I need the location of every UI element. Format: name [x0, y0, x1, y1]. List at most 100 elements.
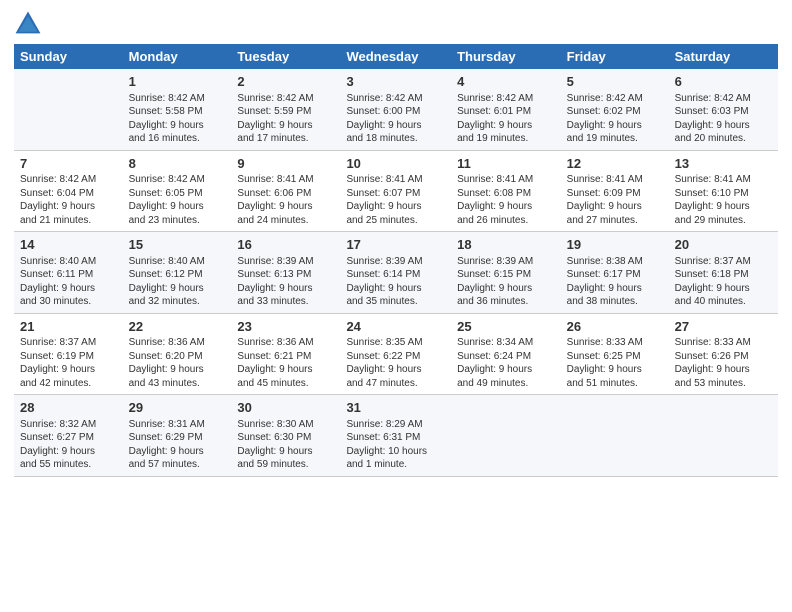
weekday-header-cell: Tuesday — [231, 44, 340, 69]
day-info: Sunrise: 8:36 AM Sunset: 6:20 PM Dayligh… — [129, 336, 226, 390]
calendar-week-row: 28Sunrise: 8:32 AM Sunset: 6:27 PM Dayli… — [14, 395, 778, 477]
weekday-header-row: SundayMondayTuesdayWednesdayThursdayFrid… — [14, 44, 778, 69]
calendar-cell: 19Sunrise: 8:38 AM Sunset: 6:17 PM Dayli… — [561, 232, 669, 314]
calendar-cell: 2Sunrise: 8:42 AM Sunset: 5:59 PM Daylig… — [231, 69, 340, 150]
day-info: Sunrise: 8:38 AM Sunset: 6:17 PM Dayligh… — [567, 255, 663, 309]
day-number: 23 — [237, 318, 334, 336]
calendar-cell: 14Sunrise: 8:40 AM Sunset: 6:11 PM Dayli… — [14, 232, 123, 314]
day-info: Sunrise: 8:35 AM Sunset: 6:22 PM Dayligh… — [346, 336, 445, 390]
calendar-cell: 28Sunrise: 8:32 AM Sunset: 6:27 PM Dayli… — [14, 395, 123, 477]
calendar-cell: 1Sunrise: 8:42 AM Sunset: 5:58 PM Daylig… — [123, 69, 232, 150]
day-number: 20 — [675, 236, 772, 254]
calendar-cell: 31Sunrise: 8:29 AM Sunset: 6:31 PM Dayli… — [340, 395, 451, 477]
calendar-week-row: 1Sunrise: 8:42 AM Sunset: 5:58 PM Daylig… — [14, 69, 778, 150]
day-number: 31 — [346, 399, 445, 417]
calendar-cell — [14, 69, 123, 150]
day-number: 28 — [20, 399, 117, 417]
day-number: 16 — [237, 236, 334, 254]
day-info: Sunrise: 8:41 AM Sunset: 6:09 PM Dayligh… — [567, 173, 663, 227]
weekday-header-cell: Sunday — [14, 44, 123, 69]
day-info: Sunrise: 8:30 AM Sunset: 6:30 PM Dayligh… — [237, 418, 334, 472]
day-number: 13 — [675, 155, 772, 173]
calendar-cell: 29Sunrise: 8:31 AM Sunset: 6:29 PM Dayli… — [123, 395, 232, 477]
calendar-week-row: 14Sunrise: 8:40 AM Sunset: 6:11 PM Dayli… — [14, 232, 778, 314]
day-info: Sunrise: 8:39 AM Sunset: 6:15 PM Dayligh… — [457, 255, 555, 309]
day-number: 27 — [675, 318, 772, 336]
calendar-cell — [669, 395, 778, 477]
calendar-cell: 4Sunrise: 8:42 AM Sunset: 6:01 PM Daylig… — [451, 69, 561, 150]
header — [14, 10, 778, 38]
calendar-week-row: 7Sunrise: 8:42 AM Sunset: 6:04 PM Daylig… — [14, 150, 778, 232]
day-number: 4 — [457, 73, 555, 91]
calendar-cell: 13Sunrise: 8:41 AM Sunset: 6:10 PM Dayli… — [669, 150, 778, 232]
day-number: 3 — [346, 73, 445, 91]
day-info: Sunrise: 8:33 AM Sunset: 6:25 PM Dayligh… — [567, 336, 663, 390]
day-number: 22 — [129, 318, 226, 336]
calendar-week-row: 21Sunrise: 8:37 AM Sunset: 6:19 PM Dayli… — [14, 313, 778, 395]
day-number: 30 — [237, 399, 334, 417]
day-info: Sunrise: 8:42 AM Sunset: 6:01 PM Dayligh… — [457, 92, 555, 146]
day-info: Sunrise: 8:41 AM Sunset: 6:08 PM Dayligh… — [457, 173, 555, 227]
day-number: 8 — [129, 155, 226, 173]
day-number: 7 — [20, 155, 117, 173]
calendar-cell: 30Sunrise: 8:30 AM Sunset: 6:30 PM Dayli… — [231, 395, 340, 477]
day-number: 1 — [129, 73, 226, 91]
day-number: 2 — [237, 73, 334, 91]
day-info: Sunrise: 8:31 AM Sunset: 6:29 PM Dayligh… — [129, 418, 226, 472]
day-number: 17 — [346, 236, 445, 254]
day-info: Sunrise: 8:42 AM Sunset: 5:58 PM Dayligh… — [129, 92, 226, 146]
day-info: Sunrise: 8:37 AM Sunset: 6:19 PM Dayligh… — [20, 336, 117, 390]
calendar-cell — [561, 395, 669, 477]
day-number: 5 — [567, 73, 663, 91]
day-info: Sunrise: 8:41 AM Sunset: 6:10 PM Dayligh… — [675, 173, 772, 227]
day-info: Sunrise: 8:29 AM Sunset: 6:31 PM Dayligh… — [346, 418, 445, 472]
calendar-cell: 3Sunrise: 8:42 AM Sunset: 6:00 PM Daylig… — [340, 69, 451, 150]
day-info: Sunrise: 8:34 AM Sunset: 6:24 PM Dayligh… — [457, 336, 555, 390]
weekday-header-cell: Saturday — [669, 44, 778, 69]
day-info: Sunrise: 8:42 AM Sunset: 5:59 PM Dayligh… — [237, 92, 334, 146]
day-info: Sunrise: 8:42 AM Sunset: 6:03 PM Dayligh… — [675, 92, 772, 146]
calendar-cell: 16Sunrise: 8:39 AM Sunset: 6:13 PM Dayli… — [231, 232, 340, 314]
day-number: 10 — [346, 155, 445, 173]
day-number: 15 — [129, 236, 226, 254]
day-number: 6 — [675, 73, 772, 91]
calendar-cell: 5Sunrise: 8:42 AM Sunset: 6:02 PM Daylig… — [561, 69, 669, 150]
calendar-cell: 21Sunrise: 8:37 AM Sunset: 6:19 PM Dayli… — [14, 313, 123, 395]
calendar-body: 1Sunrise: 8:42 AM Sunset: 5:58 PM Daylig… — [14, 69, 778, 476]
day-number: 18 — [457, 236, 555, 254]
day-info: Sunrise: 8:42 AM Sunset: 6:04 PM Dayligh… — [20, 173, 117, 227]
calendar-cell: 15Sunrise: 8:40 AM Sunset: 6:12 PM Dayli… — [123, 232, 232, 314]
day-number: 29 — [129, 399, 226, 417]
calendar-cell: 17Sunrise: 8:39 AM Sunset: 6:14 PM Dayli… — [340, 232, 451, 314]
day-number: 12 — [567, 155, 663, 173]
day-info: Sunrise: 8:36 AM Sunset: 6:21 PM Dayligh… — [237, 336, 334, 390]
day-number: 11 — [457, 155, 555, 173]
day-info: Sunrise: 8:40 AM Sunset: 6:12 PM Dayligh… — [129, 255, 226, 309]
calendar-cell: 20Sunrise: 8:37 AM Sunset: 6:18 PM Dayli… — [669, 232, 778, 314]
calendar-table: SundayMondayTuesdayWednesdayThursdayFrid… — [14, 44, 778, 477]
calendar-cell: 25Sunrise: 8:34 AM Sunset: 6:24 PM Dayli… — [451, 313, 561, 395]
calendar-cell: 12Sunrise: 8:41 AM Sunset: 6:09 PM Dayli… — [561, 150, 669, 232]
calendar-cell: 9Sunrise: 8:41 AM Sunset: 6:06 PM Daylig… — [231, 150, 340, 232]
day-number: 21 — [20, 318, 117, 336]
calendar-cell: 6Sunrise: 8:42 AM Sunset: 6:03 PM Daylig… — [669, 69, 778, 150]
calendar-cell: 18Sunrise: 8:39 AM Sunset: 6:15 PM Dayli… — [451, 232, 561, 314]
calendar-cell: 8Sunrise: 8:42 AM Sunset: 6:05 PM Daylig… — [123, 150, 232, 232]
calendar-cell: 26Sunrise: 8:33 AM Sunset: 6:25 PM Dayli… — [561, 313, 669, 395]
day-number: 19 — [567, 236, 663, 254]
day-info: Sunrise: 8:41 AM Sunset: 6:06 PM Dayligh… — [237, 173, 334, 227]
calendar-cell: 27Sunrise: 8:33 AM Sunset: 6:26 PM Dayli… — [669, 313, 778, 395]
day-number: 14 — [20, 236, 117, 254]
day-info: Sunrise: 8:42 AM Sunset: 6:05 PM Dayligh… — [129, 173, 226, 227]
calendar-cell: 22Sunrise: 8:36 AM Sunset: 6:20 PM Dayli… — [123, 313, 232, 395]
day-number: 24 — [346, 318, 445, 336]
calendar-cell: 24Sunrise: 8:35 AM Sunset: 6:22 PM Dayli… — [340, 313, 451, 395]
calendar-cell: 7Sunrise: 8:42 AM Sunset: 6:04 PM Daylig… — [14, 150, 123, 232]
calendar-cell — [451, 395, 561, 477]
day-info: Sunrise: 8:33 AM Sunset: 6:26 PM Dayligh… — [675, 336, 772, 390]
day-info: Sunrise: 8:41 AM Sunset: 6:07 PM Dayligh… — [346, 173, 445, 227]
weekday-header-cell: Thursday — [451, 44, 561, 69]
day-number: 9 — [237, 155, 334, 173]
logo — [14, 10, 46, 38]
page-container: SundayMondayTuesdayWednesdayThursdayFrid… — [0, 0, 792, 612]
